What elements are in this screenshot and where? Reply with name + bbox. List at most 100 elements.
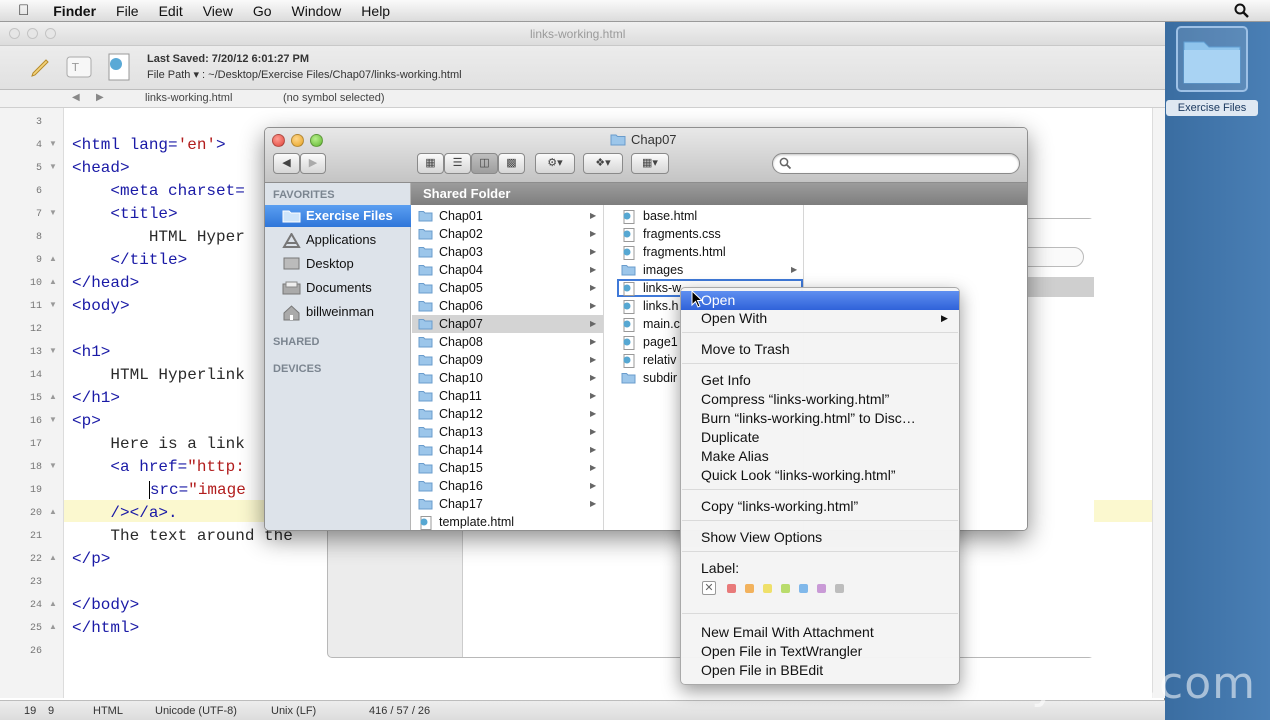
- nav-symbol-menu[interactable]: (no symbol selected): [283, 92, 385, 104]
- label-red-swatch[interactable]: [727, 584, 736, 593]
- menu-app-finder[interactable]: Finder: [43, 3, 106, 19]
- menu-edit[interactable]: Edit: [149, 3, 193, 19]
- menu-window[interactable]: Window: [282, 3, 352, 19]
- pencil-icon[interactable]: [28, 56, 52, 80]
- menu-item-get-info[interactable]: Get Info: [681, 371, 959, 390]
- folder-item[interactable]: Chap12 ▶: [412, 405, 603, 423]
- menu-item-open-textwrangler[interactable]: Open File in TextWrangler: [681, 642, 959, 661]
- menu-view[interactable]: View: [193, 3, 243, 19]
- apple-menu-icon[interactable]: : [0, 2, 43, 19]
- folder-item[interactable]: Chap02 ▶: [412, 225, 603, 243]
- file-path[interactable]: File Path ▾ : ~/Desktop/Exercise Files/C…: [147, 68, 462, 81]
- folder-item[interactable]: Chap07 ▶: [412, 315, 603, 333]
- sidebar-item-applications[interactable]: Applications: [265, 229, 411, 251]
- folder-item[interactable]: Chap13 ▶: [412, 423, 603, 441]
- fold-triangle-icon[interactable]: ▲: [49, 392, 57, 401]
- menu-item-new-email[interactable]: New Email With Attachment: [681, 623, 959, 642]
- list-view-button[interactable]: ☰: [444, 153, 471, 174]
- zoom-button[interactable]: [310, 134, 323, 147]
- column-view-button[interactable]: ◫: [471, 153, 498, 174]
- minimize-button[interactable]: [27, 28, 38, 39]
- nav-file-menu[interactable]: links-working.html: [145, 92, 232, 104]
- label-none-icon[interactable]: ✕: [702, 581, 716, 595]
- menu-item-open-with[interactable]: Open With ▶: [681, 309, 959, 328]
- folder-item[interactable]: Chap16 ▶: [412, 477, 603, 495]
- arrange-icon[interactable]: ▦▾: [631, 153, 669, 174]
- folder-item[interactable]: Chap06 ▶: [412, 297, 603, 315]
- menu-help[interactable]: Help: [351, 3, 400, 19]
- action-gear-icon[interactable]: ⚙▾: [535, 153, 575, 174]
- folder-item[interactable]: Chap14 ▶: [412, 441, 603, 459]
- folder-item[interactable]: images ▶: [617, 261, 803, 279]
- editor-scrollbar[interactable]: [1152, 108, 1165, 698]
- spotlight-icon[interactable]: [1234, 3, 1250, 19]
- menu-go[interactable]: Go: [243, 3, 282, 19]
- label-yellow-swatch[interactable]: [763, 584, 772, 593]
- fold-triangle-icon[interactable]: ▼: [49, 139, 57, 148]
- fold-triangle-icon[interactable]: ▲: [49, 553, 57, 562]
- fold-triangle-icon[interactable]: ▲: [49, 254, 57, 263]
- back-button[interactable]: ◀: [273, 153, 300, 174]
- menu-item-compress[interactable]: Compress “links-working.html”: [681, 390, 959, 409]
- menu-item-make-alias[interactable]: Make Alias: [681, 447, 959, 466]
- sidebar-item-home[interactable]: billweinman: [265, 301, 411, 323]
- menu-item-show-view-options[interactable]: Show View Options: [681, 528, 959, 547]
- label-purple-swatch[interactable]: [817, 584, 826, 593]
- text-options-icon[interactable]: T: [66, 56, 92, 78]
- fold-triangle-icon[interactable]: ▼: [49, 300, 57, 309]
- label-gray-swatch[interactable]: [835, 584, 844, 593]
- status-language[interactable]: HTML: [93, 705, 123, 717]
- label-blue-swatch[interactable]: [799, 584, 808, 593]
- fold-triangle-icon[interactable]: ▼: [49, 162, 57, 171]
- desktop-folder-icon[interactable]: [1176, 26, 1248, 92]
- label-orange-swatch[interactable]: [745, 584, 754, 593]
- folder-item[interactable]: Chap17 ▶: [412, 495, 603, 513]
- desktop-folder-label[interactable]: Exercise Files: [1166, 100, 1258, 116]
- fold-triangle-icon[interactable]: ▼: [49, 208, 57, 217]
- status-encoding[interactable]: Unicode (UTF-8): [155, 705, 237, 717]
- file-item[interactable]: fragments.css: [617, 225, 803, 243]
- fold-triangle-icon[interactable]: ▲: [49, 622, 57, 631]
- fold-triangle-icon[interactable]: ▼: [49, 415, 57, 424]
- fold-triangle-icon[interactable]: ▼: [49, 346, 57, 355]
- dropbox-icon[interactable]: ❖▾: [583, 153, 623, 174]
- file-item[interactable]: fragments.html: [617, 243, 803, 261]
- fold-triangle-icon[interactable]: ▲: [49, 277, 57, 286]
- folder-item[interactable]: Chap01 ▶: [412, 207, 603, 225]
- folder-item[interactable]: Chap05 ▶: [412, 279, 603, 297]
- menu-item-open-bbedit[interactable]: Open File in BBEdit: [681, 661, 959, 680]
- folder-item[interactable]: Chap08 ▶: [412, 333, 603, 351]
- fold-triangle-icon[interactable]: ▲: [49, 599, 57, 608]
- coverflow-view-button[interactable]: ▩: [498, 153, 525, 174]
- file-item[interactable]: base.html: [617, 207, 803, 225]
- zoom-button[interactable]: [45, 28, 56, 39]
- menu-item-open[interactable]: Open: [681, 291, 959, 310]
- folder-item[interactable]: Chap15 ▶: [412, 459, 603, 477]
- menu-file[interactable]: File: [106, 3, 149, 19]
- document-icon[interactable]: [105, 52, 133, 82]
- fold-triangle-icon[interactable]: ▲: [49, 507, 57, 516]
- menu-item-duplicate[interactable]: Duplicate: [681, 428, 959, 447]
- status-line-endings[interactable]: Unix (LF): [271, 705, 316, 717]
- folder-item[interactable]: Chap03 ▶: [412, 243, 603, 261]
- search-field[interactable]: [772, 153, 1020, 174]
- icon-view-button[interactable]: ▦: [417, 153, 444, 174]
- menu-item-burn[interactable]: Burn “links-working.html” to Disc…: [681, 409, 959, 428]
- folder-item[interactable]: Chap04 ▶: [412, 261, 603, 279]
- minimize-button[interactable]: [291, 134, 304, 147]
- forward-button[interactable]: ▶: [300, 153, 326, 174]
- sidebar-item-desktop[interactable]: Desktop: [265, 253, 411, 275]
- back-arrow-icon[interactable]: ◀: [72, 92, 80, 103]
- folder-item[interactable]: Chap10 ▶: [412, 369, 603, 387]
- close-button[interactable]: [272, 134, 285, 147]
- menu-item-move-to-trash[interactable]: Move to Trash: [681, 340, 959, 359]
- label-green-swatch[interactable]: [781, 584, 790, 593]
- forward-arrow-icon[interactable]: ▶: [96, 92, 104, 103]
- file-item[interactable]: template.html: [412, 513, 603, 530]
- sidebar-item-documents[interactable]: Documents: [265, 277, 411, 299]
- folder-item[interactable]: Chap11 ▶: [412, 387, 603, 405]
- close-button[interactable]: [9, 28, 20, 39]
- sidebar-item-exercise-files[interactable]: Exercise Files: [265, 205, 411, 227]
- fold-triangle-icon[interactable]: ▼: [49, 461, 57, 470]
- menu-item-copy[interactable]: Copy “links-working.html”: [681, 497, 959, 516]
